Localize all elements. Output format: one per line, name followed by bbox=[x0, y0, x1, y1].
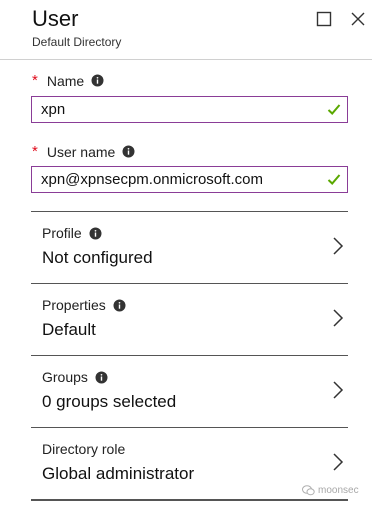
checkmark-icon bbox=[327, 174, 341, 185]
watermark: moonsec bbox=[302, 485, 359, 496]
close-button[interactable] bbox=[347, 8, 369, 30]
user-name-field[interactable] bbox=[31, 166, 348, 193]
nav-item-label: Properties bbox=[42, 297, 106, 313]
divider bbox=[31, 499, 348, 501]
user-name-label-row: * User name bbox=[32, 143, 135, 160]
info-icon[interactable] bbox=[89, 227, 102, 240]
chevron-right-icon bbox=[333, 309, 344, 327]
name-label-row: * Name bbox=[32, 72, 104, 89]
nav-item-label-row: Directory role bbox=[42, 441, 125, 457]
maximize-button[interactable] bbox=[313, 8, 335, 30]
name-input[interactable] bbox=[32, 97, 322, 122]
nav-item-label: Directory role bbox=[42, 441, 126, 457]
nav-item-groups[interactable]: Groups 0 groups selected bbox=[31, 355, 348, 427]
nav-item-value: 0 groups selected bbox=[42, 392, 177, 411]
nav-item-properties[interactable]: Properties Default bbox=[31, 283, 348, 355]
user-name-input[interactable] bbox=[32, 167, 322, 192]
required-indicator: * bbox=[32, 143, 38, 160]
name-field[interactable] bbox=[31, 96, 348, 123]
close-icon bbox=[351, 12, 365, 26]
nav-item-label-row: Profile bbox=[42, 225, 102, 241]
chevron-right-icon bbox=[333, 381, 344, 399]
wechat-logo-icon bbox=[302, 485, 315, 496]
nav-item-profile[interactable]: Profile Not configured bbox=[31, 211, 348, 283]
maximize-icon bbox=[316, 11, 332, 27]
info-icon[interactable] bbox=[122, 145, 135, 158]
nav-item-directory-role[interactable]: Directory role Global administrator bbox=[31, 427, 348, 499]
required-indicator: * bbox=[32, 72, 38, 89]
name-label: Name bbox=[46, 72, 85, 89]
user-name-label: User name bbox=[46, 143, 116, 160]
chevron-right-icon bbox=[333, 237, 344, 255]
info-icon[interactable] bbox=[113, 299, 126, 312]
nav-item-value: Default bbox=[42, 320, 96, 339]
info-icon[interactable] bbox=[95, 371, 108, 384]
page-subtitle: Default Directory bbox=[32, 35, 122, 49]
watermark-text: moonsec bbox=[318, 485, 359, 496]
nav-item-value: Not configured bbox=[42, 248, 153, 267]
page-title: User bbox=[32, 6, 79, 31]
checkmark-icon bbox=[327, 104, 341, 115]
nav-item-value: Global administrator bbox=[42, 464, 195, 483]
nav-item-label: Groups bbox=[42, 369, 88, 385]
nav-item-label: Profile bbox=[42, 225, 82, 241]
blade-header: User Default Directory bbox=[0, 0, 372, 60]
nav-item-label-row: Properties bbox=[42, 297, 126, 313]
chevron-right-icon bbox=[333, 453, 344, 471]
info-icon[interactable] bbox=[91, 74, 104, 87]
nav-item-label-row: Groups bbox=[42, 369, 108, 385]
